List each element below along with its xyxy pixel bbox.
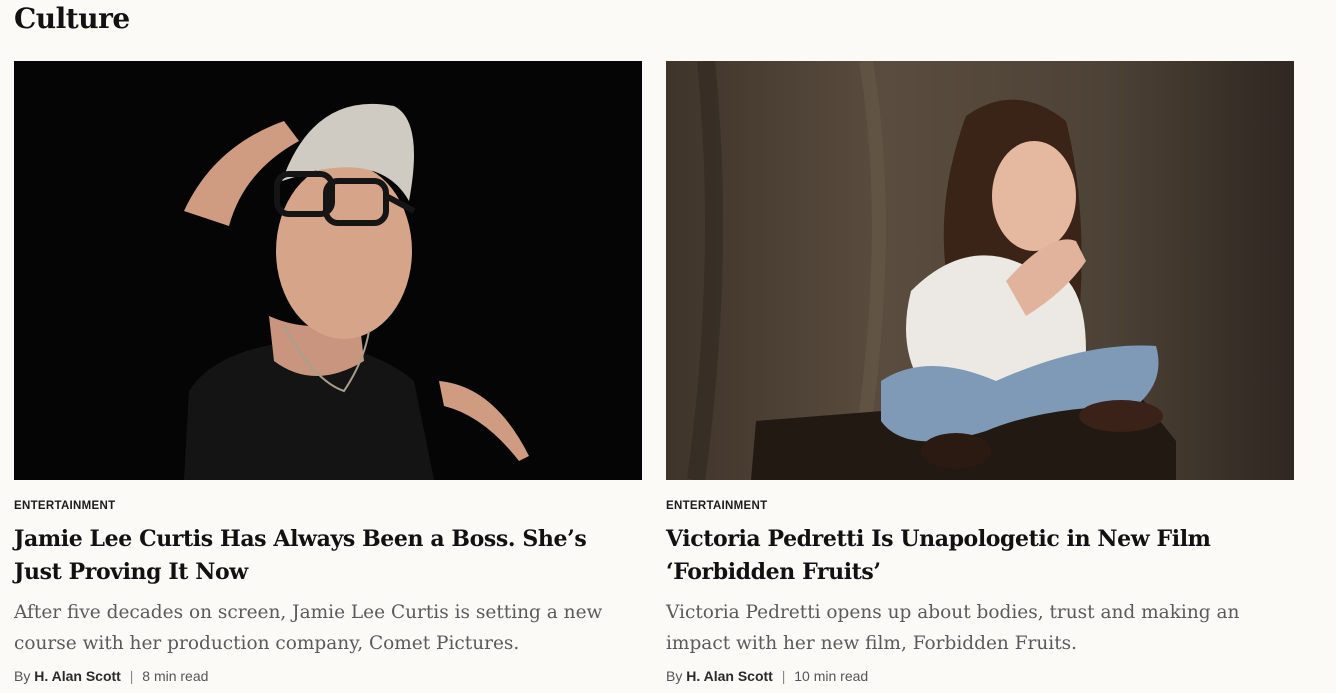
article-byline: By H. Alan Scott | 10 min read xyxy=(666,668,1294,684)
article-image xyxy=(666,61,1294,480)
article-category[interactable]: ENTERTAINMENT xyxy=(666,500,767,512)
article-byline: By H. Alan Scott | 8 min read xyxy=(14,668,642,684)
article-image-link[interactable] xyxy=(666,61,1294,480)
byline-prefix: By xyxy=(14,668,31,684)
section-title: Culture xyxy=(14,2,130,35)
read-time: 10 min read xyxy=(794,668,869,684)
byline-separator: | xyxy=(129,668,134,684)
article-card: ENTERTAINMENT Jamie Lee Curtis Has Alway… xyxy=(14,61,642,684)
author-link[interactable]: H. Alan Scott xyxy=(34,668,121,684)
article-headline[interactable]: Victoria Pedretti Is Unapologetic in New… xyxy=(666,523,1286,589)
article-category[interactable]: ENTERTAINMENT xyxy=(14,500,115,512)
read-time: 8 min read xyxy=(142,668,209,684)
article-image-link[interactable] xyxy=(14,61,642,480)
byline-prefix: By xyxy=(666,668,683,684)
article-card: ENTERTAINMENT Victoria Pedretti Is Unapo… xyxy=(666,61,1294,684)
article-dek: After five decades on screen, Jamie Lee … xyxy=(14,602,603,654)
author-link[interactable]: H. Alan Scott xyxy=(686,668,773,684)
article-dek: Victoria Pedretti opens up about bodies,… xyxy=(666,602,1240,654)
article-image xyxy=(14,61,642,480)
article-headline[interactable]: Jamie Lee Curtis Has Always Been a Boss.… xyxy=(14,523,634,589)
byline-separator: | xyxy=(781,668,786,684)
